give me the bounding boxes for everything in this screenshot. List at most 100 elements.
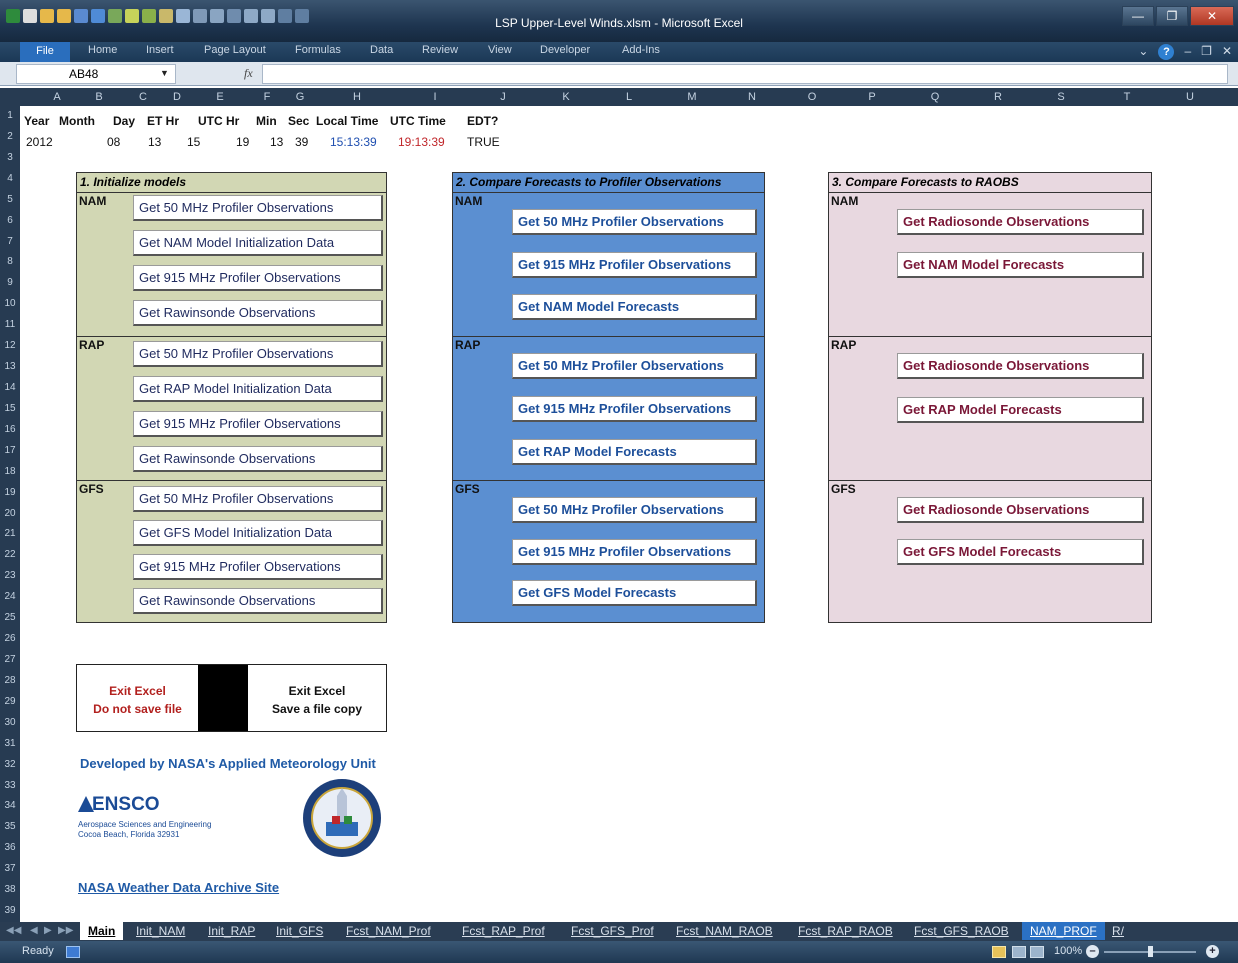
sheet-tab-init-gfs[interactable]: Init_GFS — [268, 922, 331, 940]
ribbon-collapse-icon[interactable]: ⌄ — [1138, 44, 1148, 60]
row-header[interactable]: 26 — [0, 629, 20, 650]
tab-developer[interactable]: Developer — [540, 44, 590, 56]
button-get-915mhz-profiler-obs[interactable]: Get 915 MHz Profiler Observations — [133, 411, 383, 437]
sheet-tab-overflow[interactable]: R/ — [1104, 922, 1132, 940]
row-header[interactable]: 29 — [0, 692, 20, 713]
restore-workbook-icon[interactable]: ❐ — [1201, 44, 1212, 60]
row-header[interactable]: 33 — [0, 776, 20, 797]
button-get-rawinsonde-obs[interactable]: Get Rawinsonde Observations — [133, 588, 383, 614]
row-header[interactable]: 23 — [0, 566, 20, 587]
row-header[interactable]: 20 — [0, 504, 20, 525]
zoom-out-icon[interactable]: – — [1086, 945, 1099, 958]
row-header[interactable]: 12 — [0, 336, 20, 357]
value-day[interactable]: 13 — [148, 135, 161, 149]
button-get-915mhz-profiler-obs[interactable]: Get 915 MHz Profiler Observations — [512, 539, 757, 565]
button-get-915mhz-profiler-obs[interactable]: Get 915 MHz Profiler Observations — [512, 252, 757, 278]
function-icon[interactable]: fx — [244, 66, 253, 81]
button-get-rap-forecasts[interactable]: Get RAP Model Forecasts — [512, 439, 757, 465]
tab-formulas[interactable]: Formulas — [295, 44, 341, 56]
column-header[interactable]: T — [1094, 88, 1160, 106]
column-header[interactable]: F — [248, 88, 286, 106]
row-header[interactable]: 10 — [0, 294, 20, 315]
row-header[interactable]: 18 — [0, 462, 20, 483]
button-get-50mhz-profiler-obs[interactable]: Get 50 MHz Profiler Observations — [512, 497, 757, 523]
column-header[interactable]: O — [782, 88, 842, 106]
column-header[interactable]: H — [314, 88, 400, 106]
minimize-icon[interactable]: — — [1122, 6, 1154, 26]
first-sheet-icon[interactable]: ◀◀ — [6, 925, 21, 936]
column-header[interactable]: L — [596, 88, 662, 106]
column-header[interactable]: U — [1160, 88, 1220, 106]
sheet-tab-init-rap[interactable]: Init_RAP — [200, 922, 263, 940]
row-header[interactable]: 16 — [0, 420, 20, 441]
column-header[interactable]: J — [470, 88, 536, 106]
button-get-915mhz-profiler-obs[interactable]: Get 915 MHz Profiler Observations — [133, 554, 383, 580]
sheet-tab-fcst-rap-raob[interactable]: Fcst_RAP_RAOB — [790, 922, 901, 940]
row-header[interactable]: 27 — [0, 650, 20, 671]
button-get-rawinsonde-obs[interactable]: Get Rawinsonde Observations — [133, 446, 383, 472]
column-header[interactable]: G — [286, 88, 314, 106]
name-box[interactable]: AB48 — [16, 64, 176, 84]
exit-no-save-button[interactable]: Exit Excel Do not save file — [77, 665, 198, 731]
row-header[interactable]: 37 — [0, 859, 20, 880]
row-header[interactable]: 28 — [0, 671, 20, 692]
row-header[interactable]: 9 — [0, 273, 20, 294]
page-layout-view-icon[interactable] — [1012, 946, 1026, 958]
row-header[interactable]: 6 — [0, 211, 20, 232]
button-get-gfs-forecasts[interactable]: Get GFS Model Forecasts — [512, 580, 757, 606]
tab-page-layout[interactable]: Page Layout — [204, 44, 266, 56]
row-header[interactable]: 25 — [0, 608, 20, 629]
close-workbook-icon[interactable]: ✕ — [1222, 44, 1232, 60]
column-header[interactable]: A — [40, 88, 74, 106]
row-header[interactable]: 34 — [0, 796, 20, 817]
button-get-radiosonde-obs[interactable]: Get Radiosonde Observations — [897, 353, 1144, 379]
button-get-nam-forecasts[interactable]: Get NAM Model Forecasts — [512, 294, 757, 320]
button-get-50mhz-profiler-obs[interactable]: Get 50 MHz Profiler Observations — [133, 195, 383, 221]
close-icon[interactable]: ✕ — [1190, 6, 1234, 26]
sheet-tab-fcst-nam-prof[interactable]: Fcst_NAM_Prof — [338, 922, 439, 940]
button-get-915mhz-profiler-obs[interactable]: Get 915 MHz Profiler Observations — [512, 396, 757, 422]
button-get-50mhz-profiler-obs[interactable]: Get 50 MHz Profiler Observations — [512, 353, 757, 379]
column-header[interactable]: M — [662, 88, 722, 106]
tab-view[interactable]: View — [488, 44, 512, 56]
sheet-tab-fcst-nam-raob[interactable]: Fcst_NAM_RAOB — [668, 922, 781, 940]
button-get-nam-forecasts[interactable]: Get NAM Model Forecasts — [897, 252, 1144, 278]
sheet-tab-fcst-rap-prof[interactable]: Fcst_RAP_Prof — [454, 922, 553, 940]
column-header[interactable]: C — [124, 88, 162, 106]
value-year[interactable]: 2012 — [26, 135, 53, 149]
button-get-gfs-init-data[interactable]: Get GFS Model Initialization Data — [133, 520, 383, 546]
button-get-915mhz-profiler-obs[interactable]: Get 915 MHz Profiler Observations — [133, 265, 383, 291]
button-get-rap-forecasts[interactable]: Get RAP Model Forecasts — [897, 397, 1144, 423]
help-icon[interactable]: ? — [1158, 44, 1175, 60]
row-header[interactable]: 36 — [0, 838, 20, 859]
value-local-time[interactable]: 15:13:39 — [330, 135, 377, 149]
button-get-gfs-forecasts[interactable]: Get GFS Model Forecasts — [897, 539, 1144, 565]
button-get-nam-init-data[interactable]: Get NAM Model Initialization Data — [133, 230, 383, 256]
value-utc-hr[interactable]: 19 — [236, 135, 249, 149]
zoom-in-icon[interactable]: + — [1206, 945, 1219, 958]
sheet-tab-fcst-gfs-prof[interactable]: Fcst_GFS_Prof — [563, 922, 662, 940]
minimize-ribbon-icon[interactable]: – — [1184, 44, 1191, 60]
row-header[interactable]: 7 — [0, 232, 20, 253]
row-header[interactable]: 8 — [0, 252, 20, 273]
value-month[interactable]: 08 — [107, 135, 120, 149]
row-header[interactable]: 39 — [0, 901, 20, 922]
prev-sheet-icon[interactable]: ◀ — [30, 925, 38, 936]
row-header[interactable]: 14 — [0, 378, 20, 399]
row-header[interactable]: 15 — [0, 399, 20, 420]
row-header[interactable]: 35 — [0, 817, 20, 838]
sheet-tab-nam-prof[interactable]: NAM_PROF — [1022, 922, 1105, 940]
sheet-tab-init-nam[interactable]: Init_NAM — [128, 922, 193, 940]
row-header[interactable]: 1 — [0, 106, 20, 127]
button-get-50mhz-profiler-obs[interactable]: Get 50 MHz Profiler Observations — [512, 209, 757, 235]
row-header[interactable]: 24 — [0, 587, 20, 608]
nasa-weather-archive-link[interactable]: NASA Weather Data Archive Site — [78, 880, 279, 895]
column-header[interactable]: K — [536, 88, 596, 106]
macro-record-icon[interactable] — [66, 946, 80, 958]
tab-insert[interactable]: Insert — [146, 44, 174, 56]
column-header[interactable]: E — [192, 88, 248, 106]
row-header[interactable]: 31 — [0, 734, 20, 755]
row-header[interactable]: 5 — [0, 190, 20, 211]
row-header[interactable]: 32 — [0, 755, 20, 776]
chevron-down-icon[interactable]: ▼ — [160, 68, 169, 78]
